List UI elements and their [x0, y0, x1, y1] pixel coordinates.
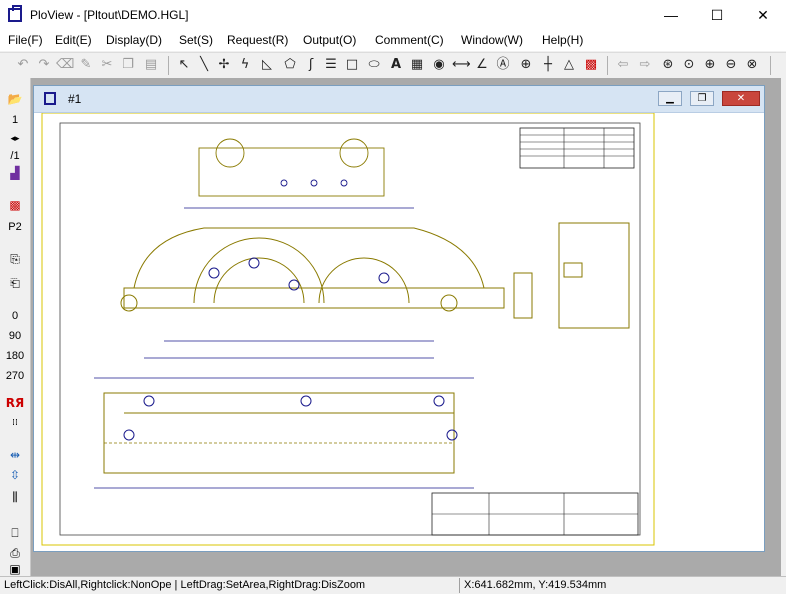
zoom-out-icon[interactable]: ⊖	[722, 56, 740, 74]
minimize-button[interactable]: —	[648, 0, 694, 31]
cut-icon[interactable]: ✂	[98, 56, 116, 74]
document-icon	[44, 92, 56, 105]
paste-icon[interactable]: ▤	[142, 56, 160, 74]
page-total: /1	[10, 150, 20, 162]
drawing-window-title: #1	[68, 92, 82, 106]
drawing-canvas[interactable]	[34, 113, 764, 551]
color-icon[interactable]: ▩	[582, 56, 600, 74]
child-minimize-button[interactable]: ▁	[658, 91, 682, 106]
status-hint: LeftClick:DisAll,Rightclick:NonOpe | Lef…	[4, 579, 366, 591]
arc-icon[interactable]: ◺	[258, 56, 276, 74]
cross-icon[interactable]: ✢	[215, 56, 233, 74]
child-close-button[interactable]: ✕	[722, 91, 760, 106]
cad-drawing	[41, 113, 655, 546]
menu-bar: File(F) Edit(E) Display(D) Set(S) Reques…	[0, 31, 786, 51]
brush-icon[interactable]: ✎	[77, 56, 95, 74]
eraser-icon[interactable]: ⌫	[56, 56, 74, 74]
status-separator	[459, 578, 460, 593]
fit-width-icon[interactable]: ⇹	[5, 446, 25, 464]
page-spin-icon[interactable]: ◂▸	[5, 130, 25, 148]
angle-icon[interactable]: ∠	[473, 56, 491, 74]
menu-set[interactable]: Set(S)	[179, 33, 213, 47]
toolbar-separator	[607, 56, 608, 75]
child-restore-button[interactable]: ❐	[690, 91, 714, 106]
text-icon[interactable]: A	[387, 56, 405, 74]
mirror-icon[interactable]: RЯ	[5, 394, 25, 412]
app-icon	[8, 5, 22, 22]
menu-file[interactable]: File(F)	[8, 33, 43, 47]
measure-icon[interactable]: ┼	[539, 56, 557, 74]
close-button[interactable]: ✕	[740, 0, 786, 31]
toolbar: ↶ ↷ ⌫ ✎ ✂ ❐ ▤ ↖ ╲ ✢ ϟ ◺ ⬠ ʃ ☰ □ ⬭ A ▦ ◉ …	[0, 52, 786, 79]
page-paste-icon[interactable]: ⎗	[5, 274, 25, 292]
dimension-icon[interactable]: ⟷	[452, 56, 471, 74]
zoom-in-icon[interactable]: ⊕	[701, 56, 719, 74]
freehand-icon[interactable]: ϟ	[236, 56, 254, 74]
zoom-area-icon[interactable]: ⊛	[659, 56, 677, 74]
rotate-0[interactable]: 0	[0, 310, 30, 322]
drawing-window: #1 ▁ ❐ ✕	[33, 85, 765, 552]
prev-view-icon[interactable]: ⇦	[614, 56, 632, 74]
menu-comment[interactable]: Comment(C)	[375, 33, 444, 47]
menu-request[interactable]: Request(R)	[227, 33, 288, 47]
label-icon[interactable]: Ⓐ	[494, 56, 512, 74]
lines-icon[interactable]: ⫼	[5, 488, 25, 506]
maximize-button[interactable]: ☐	[694, 0, 740, 31]
rotate-180[interactable]: 180	[0, 350, 30, 362]
menu-help[interactable]: Help(H)	[542, 33, 583, 47]
redo-icon[interactable]: ↷	[35, 56, 53, 74]
plot-label[interactable]: P2	[0, 221, 30, 233]
fit-height-icon[interactable]: ⇳	[5, 466, 25, 484]
pen-icon[interactable]: ▟	[5, 164, 25, 182]
select-arrow-icon[interactable]: ↖	[175, 56, 193, 74]
toolbar-separator	[168, 56, 169, 75]
multiline-icon[interactable]: ☰	[322, 56, 340, 74]
open-folder-icon[interactable]: 📂	[5, 90, 25, 108]
polygon-icon[interactable]: ⬠	[281, 56, 299, 74]
status-bar: LeftClick:DisAll,Rightclick:NonOpe | Lef…	[0, 576, 786, 594]
curve-icon[interactable]: ʃ	[302, 56, 320, 74]
rotate-270[interactable]: 270	[0, 370, 30, 382]
rectangle-icon[interactable]: □	[343, 56, 361, 74]
status-coordinates: X:641.682mm, Y:419.534mm	[464, 579, 607, 591]
page-current: 1	[11, 114, 19, 126]
palette-icon[interactable]: ▩	[5, 196, 25, 214]
frame-icon[interactable]: ⎕	[5, 524, 25, 542]
title-bar: PloView - [Pltout\DEMO.HGL] — ☐ ✕	[0, 0, 786, 31]
zoom-reset-icon[interactable]: ⊗	[743, 56, 761, 74]
circle-mark-icon[interactable]: ◉	[430, 56, 448, 74]
point-icon[interactable]: ⊕	[517, 56, 535, 74]
zoom-fit-icon[interactable]: ⊙	[680, 56, 698, 74]
menu-display[interactable]: Display(D)	[106, 33, 162, 47]
toolbar-separator	[770, 56, 771, 75]
grid-dots-icon[interactable]: ⁞⁞	[5, 414, 25, 432]
menu-window[interactable]: Window(W)	[461, 33, 523, 47]
ellipse-icon[interactable]: ⬭	[365, 56, 383, 74]
page-copy-icon[interactable]: ⎘	[5, 250, 25, 268]
triangle-icon[interactable]: △	[560, 56, 578, 74]
left-toolbar: 📂 1 ◂▸ /1 ▟ ▩ P2 ⎘ ⎗ 0 90 180 270 RЯ ⁞⁞ …	[0, 78, 31, 576]
window-title: PloView - [Pltout\DEMO.HGL]	[30, 8, 189, 22]
rotate-90[interactable]: 90	[0, 330, 30, 342]
menu-output[interactable]: Output(O)	[303, 33, 356, 47]
undo-icon[interactable]: ↶	[14, 56, 32, 74]
drawing-window-titlebar: #1 ▁ ❐ ✕	[34, 86, 764, 113]
copy-icon[interactable]: ❐	[119, 56, 137, 74]
vertical-scrollbar[interactable]	[781, 78, 786, 576]
line-icon[interactable]: ╲	[195, 56, 213, 74]
next-view-icon[interactable]: ⇨	[636, 56, 654, 74]
menu-edit[interactable]: Edit(E)	[55, 33, 92, 47]
hatch-icon[interactable]: ▦	[408, 56, 426, 74]
